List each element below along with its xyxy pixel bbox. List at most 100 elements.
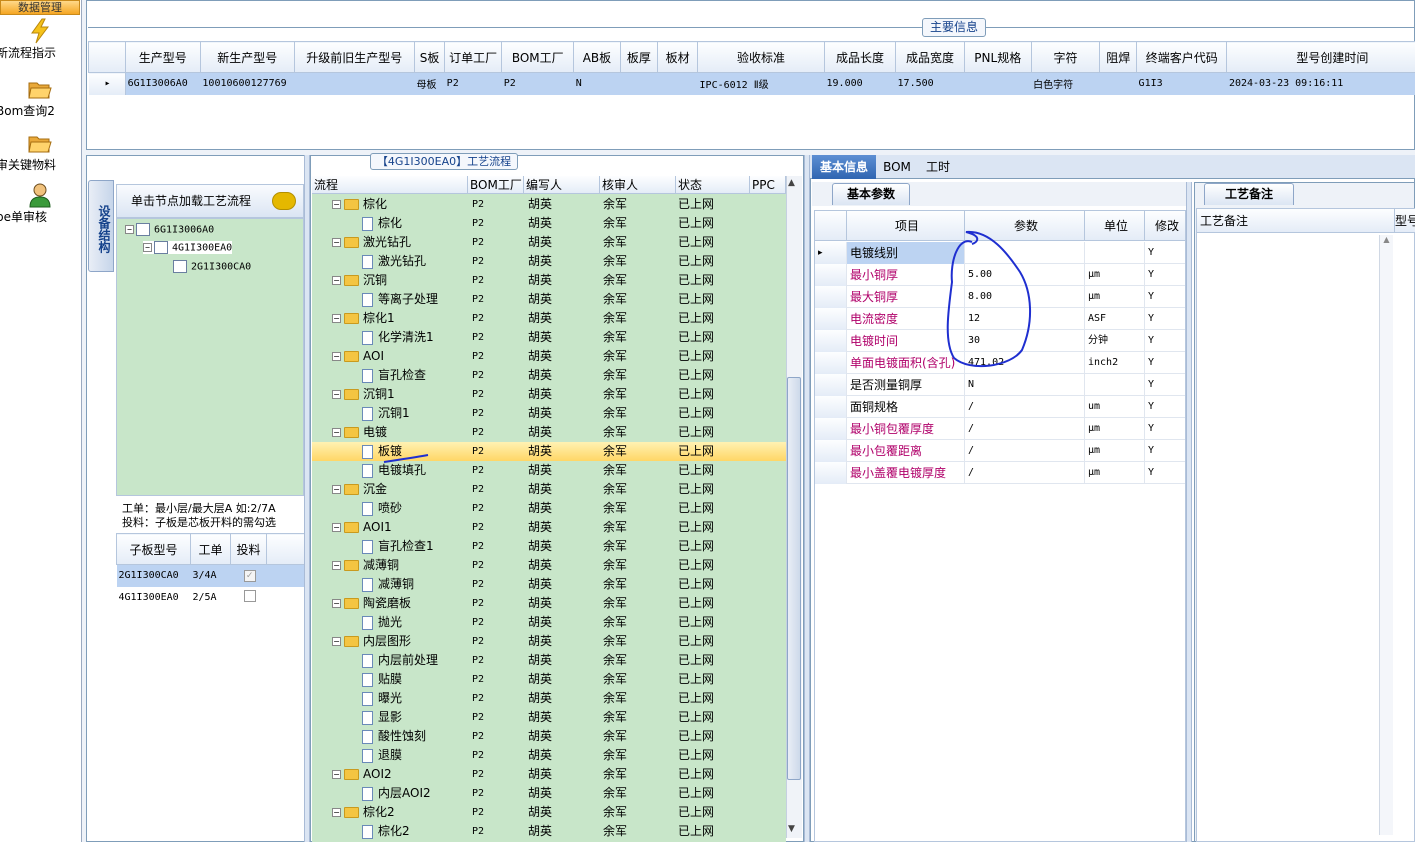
process-row[interactable]: − AOI1 P2 胡英 余军 已上网 <box>312 518 786 537</box>
column-header[interactable]: 型号创建时间 <box>1226 41 1415 73</box>
column-header[interactable]: 生产型号 <box>124 41 201 73</box>
process-row[interactable]: 减薄铜 P2 胡英 余军 已上网 <box>312 575 786 594</box>
tab-basic-info[interactable]: 基本信息 <box>812 155 876 179</box>
param-row[interactable]: 面铜规格 / um Y <box>815 396 1185 418</box>
column-header[interactable]: 订单工厂 <box>444 41 503 73</box>
process-row[interactable]: 显影 P2 胡英 余军 已上网 <box>312 708 786 727</box>
process-row[interactable]: − AOI P2 胡英 余军 已上网 <box>312 347 786 366</box>
nav-item-bom[interactable]: Bom查询2 <box>0 76 80 119</box>
column-header[interactable]: 终端客户代码 <box>1136 41 1228 73</box>
process-row[interactable]: 棕化2 P2 胡英 余军 已上网 <box>312 822 786 841</box>
column-header[interactable]: 状态 <box>676 176 750 194</box>
checkbox-checked[interactable]: ✓ <box>230 564 267 587</box>
process-row[interactable]: − 激光钻孔 P2 胡英 余军 已上网 <box>312 233 786 252</box>
table-row[interactable]: 4G1I300EA0 2/5A <box>117 587 305 609</box>
collapse-icon[interactable]: − <box>332 770 341 779</box>
tree-node[interactable]: 2G1I300CA0 <box>173 260 251 273</box>
process-row[interactable]: − 棕化1 P2 胡英 余军 已上网 <box>312 309 786 328</box>
process-row[interactable]: − 棕化2 P2 胡英 余军 已上网 <box>312 803 786 822</box>
column-header[interactable]: 投料 <box>230 533 267 565</box>
collapse-icon[interactable]: − <box>332 561 341 570</box>
process-row[interactable]: 曝光 P2 胡英 余军 已上网 <box>312 689 786 708</box>
collapse-icon[interactable]: − <box>332 352 341 361</box>
process-row[interactable]: 激光钻孔 P2 胡英 余军 已上网 <box>312 252 786 271</box>
param-row[interactable]: 是否测量铜厚 N Y <box>815 374 1185 396</box>
collapse-icon[interactable]: − <box>143 243 152 252</box>
column-header[interactable]: 验收标准 <box>697 41 826 73</box>
param-value[interactable]: / <box>965 440 1085 462</box>
tab-structure[interactable]: 设备结构 <box>88 180 114 272</box>
column-header[interactable]: 成品长度 <box>824 41 897 73</box>
process-row[interactable]: − 内层图形 P2 胡英 余军 已上网 <box>312 632 786 651</box>
column-header[interactable]: 字符 <box>1030 41 1101 73</box>
process-row[interactable]: − 沉铜 P2 胡英 余军 已上网 <box>312 271 786 290</box>
splitter[interactable] <box>1186 182 1192 842</box>
collapse-icon[interactable]: − <box>332 808 341 817</box>
collapse-icon[interactable]: − <box>332 390 341 399</box>
param-value[interactable]: N <box>965 374 1085 396</box>
param-value[interactable]: / <box>965 462 1085 484</box>
column-header[interactable]: BOM工厂 <box>468 176 524 194</box>
column-header[interactable]: 新生产型号 <box>199 41 295 73</box>
process-row[interactable]: 盲孔检查 P2 胡英 余军 已上网 <box>312 366 786 385</box>
column-header[interactable]: 阻焊 <box>1099 41 1138 73</box>
process-row[interactable]: 退膜 P2 胡英 余军 已上网 <box>312 746 786 765</box>
collapse-icon[interactable]: − <box>332 599 341 608</box>
nav-item-flow[interactable]: 新流程指示 <box>0 18 80 61</box>
tree-node-selected[interactable]: − 4G1I300EA0 <box>143 241 233 254</box>
nav-item-review[interactable]: pe单审核 <box>0 182 80 225</box>
param-row[interactable]: 最小铜包覆厚度 / μm Y <box>815 418 1185 440</box>
column-header[interactable]: 工单 <box>190 533 231 565</box>
collapse-icon[interactable]: − <box>332 238 341 247</box>
table-row[interactable]: ▸ 6G1I3006A0 10010600127769 母板 P2 P2 N IPC-601… <box>88 72 1415 95</box>
collapse-icon[interactable]: − <box>332 637 341 646</box>
process-row[interactable]: 内层前处理 P2 胡英 余军 已上网 <box>312 651 786 670</box>
collapse-icon[interactable]: − <box>125 225 134 234</box>
process-row[interactable]: 棕化 P2 胡英 余军 已上网 <box>312 214 786 233</box>
scroll-down-icon[interactable]: ▼ <box>788 824 795 834</box>
column-header[interactable]: 子板型号 <box>116 533 191 565</box>
process-row[interactable]: − 陶瓷磨板 P2 胡英 余军 已上网 <box>312 594 786 613</box>
scrollbar[interactable]: ▲ <box>1379 235 1393 835</box>
table-row[interactable]: 2G1I300CA0 3/4A ✓ <box>116 564 305 587</box>
param-value[interactable]: / <box>965 396 1085 418</box>
tab-bom[interactable]: BOM <box>880 155 914 179</box>
tab-work-hours[interactable]: 工时 <box>918 155 958 179</box>
collapse-icon[interactable]: − <box>332 200 341 209</box>
column-header[interactable]: 单位 <box>1085 211 1145 241</box>
process-row[interactable]: 内层AOI2 P2 胡英 余军 已上网 <box>312 784 786 803</box>
column-header[interactable]: 编写人 <box>524 176 600 194</box>
scroll-up-icon[interactable]: ▲ <box>788 178 795 188</box>
process-row[interactable]: 沉铜1 P2 胡英 余军 已上网 <box>312 404 786 423</box>
column-header[interactable]: S板 <box>414 41 446 73</box>
process-row[interactable]: − 电镀 P2 胡英 余军 已上网 <box>312 423 786 442</box>
process-row[interactable]: − AOI2 P2 胡英 余军 已上网 <box>312 765 786 784</box>
param-value[interactable]: / <box>965 418 1085 440</box>
checkbox[interactable] <box>231 587 267 609</box>
column-header[interactable]: 工艺备注 <box>1197 209 1395 233</box>
column-header[interactable]: AB板 <box>573 41 621 73</box>
process-row[interactable]: 等离子处理 P2 胡英 余军 已上网 <box>312 290 786 309</box>
column-header[interactable]: 修改 <box>1145 211 1185 241</box>
process-row[interactable]: 酸性蚀刻 P2 胡英 余军 已上网 <box>312 727 786 746</box>
column-header[interactable]: 升级前旧生产型号 <box>293 41 416 73</box>
column-header[interactable]: PPC <box>750 176 786 194</box>
process-row[interactable]: 喷砂 P2 胡英 余军 已上网 <box>312 499 786 518</box>
column-header[interactable]: 板材 <box>657 41 699 73</box>
process-row[interactable]: − 沉金 P2 胡英 余军 已上网 <box>312 480 786 499</box>
collapse-icon[interactable]: − <box>332 276 341 285</box>
process-row[interactable]: 贴膜 P2 胡英 余军 已上网 <box>312 670 786 689</box>
nav-header[interactable]: 数据管理 <box>0 0 80 15</box>
collapse-icon[interactable]: − <box>332 428 341 437</box>
column-header[interactable]: 流程 <box>312 176 468 194</box>
column-header[interactable]: 型号 <box>1395 209 1415 233</box>
process-row[interactable]: − 沉铜1 P2 胡英 余军 已上网 <box>312 385 786 404</box>
process-row[interactable]: − 减薄铜 P2 胡英 余军 已上网 <box>312 556 786 575</box>
process-row[interactable]: 抛光 P2 胡英 余军 已上网 <box>312 613 786 632</box>
collapse-icon[interactable]: − <box>332 314 341 323</box>
column-header[interactable]: BOM工厂 <box>501 41 575 73</box>
nav-item-material[interactable]: 审关键物料 <box>0 130 80 173</box>
column-header[interactable]: 核审人 <box>600 176 676 194</box>
tree-node[interactable]: − 6G1I3006A0 <box>125 223 214 236</box>
process-row[interactable]: 化学清洗1 P2 胡英 余军 已上网 <box>312 328 786 347</box>
